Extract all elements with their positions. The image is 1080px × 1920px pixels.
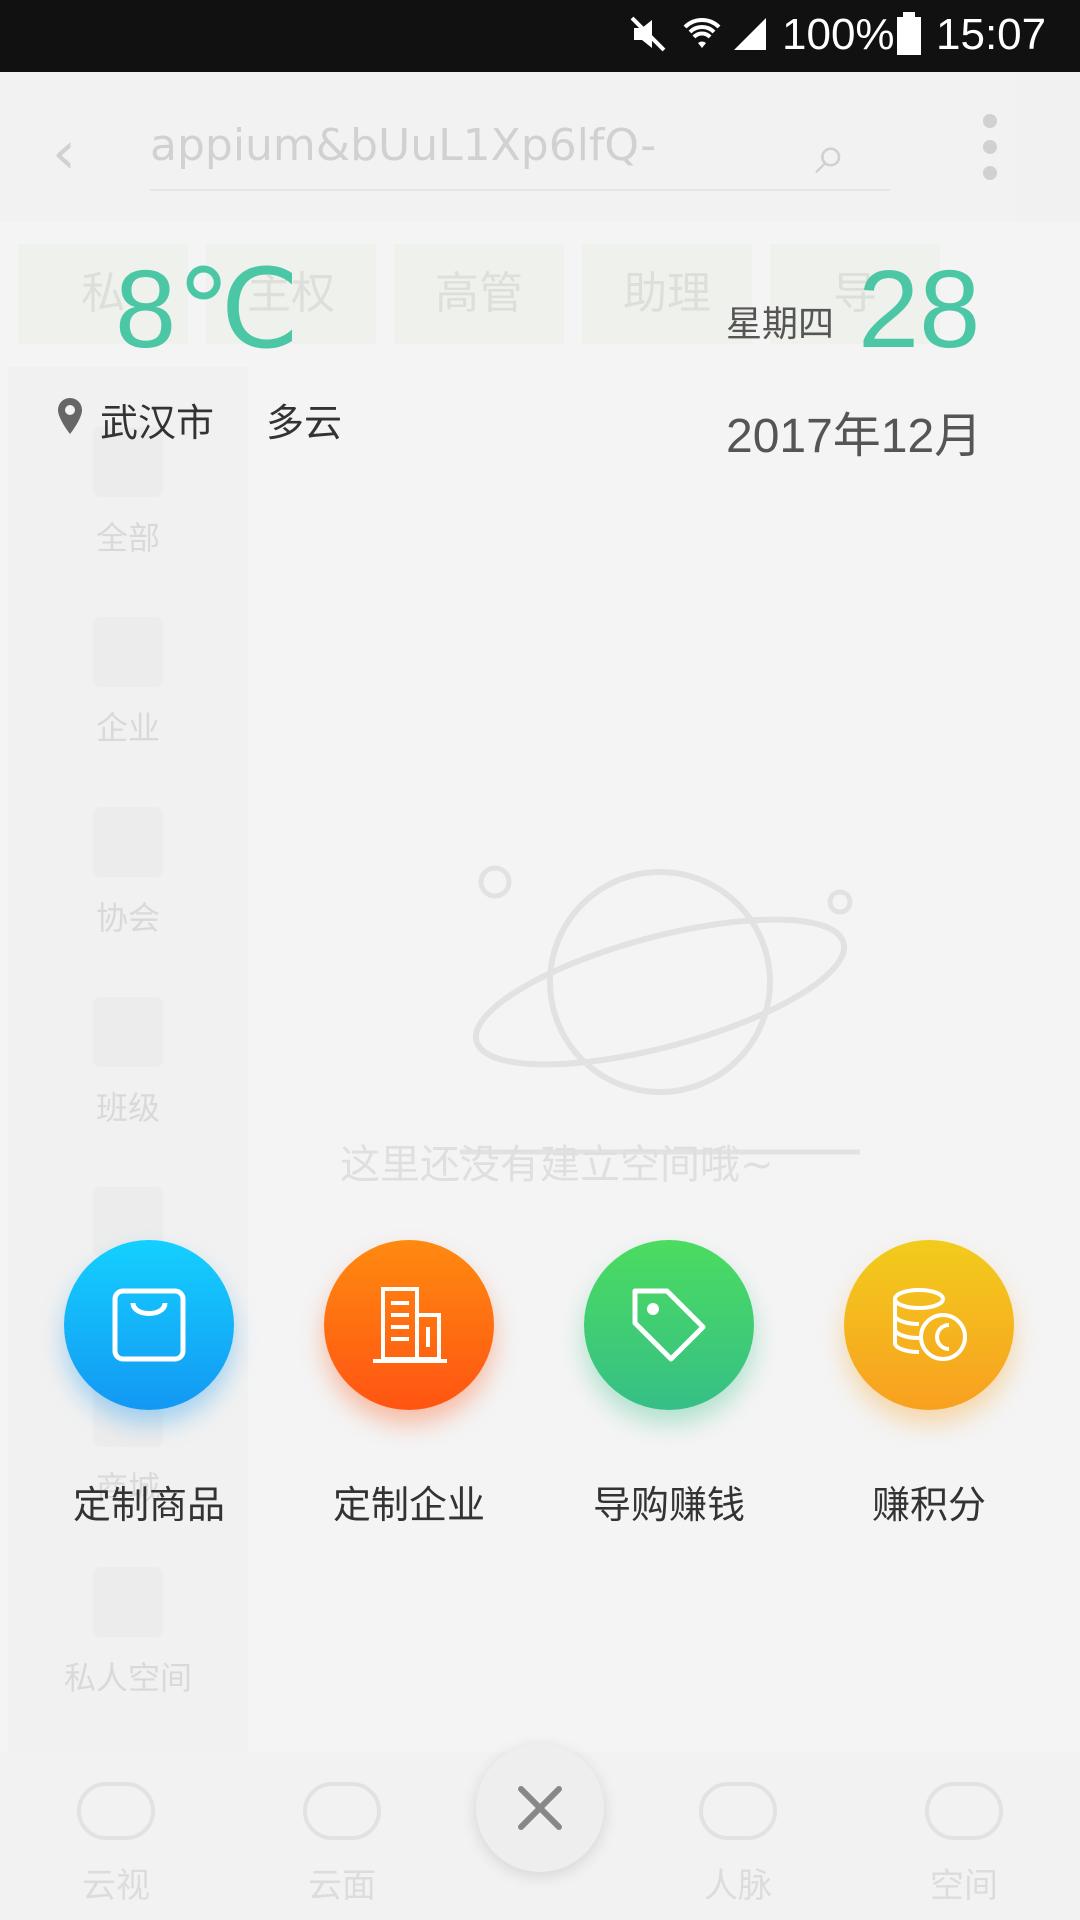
- close-button[interactable]: [476, 1744, 604, 1872]
- custom-goods-button[interactable]: 定制商品: [19, 1240, 279, 1529]
- bg-nav-item: 空间: [884, 1782, 1044, 1907]
- custom-enterprise-button[interactable]: 定制企业: [279, 1240, 539, 1529]
- custom-enterprise-circle[interactable]: [324, 1240, 494, 1410]
- bg-side-item: 班级: [8, 997, 248, 1167]
- action-menu: 定制商品 定制企业 导购赚钱 赚积分: [0, 1240, 1080, 1540]
- location-pin-icon: [58, 398, 82, 434]
- status-bar: 100% 15:07: [0, 0, 1080, 72]
- earn-points-button[interactable]: 赚积分: [799, 1240, 1059, 1529]
- clock: 15:07: [936, 10, 1047, 59]
- bg-nav-item: 人脉: [658, 1782, 818, 1907]
- empty-planet-illustration: [460, 865, 860, 1155]
- back-icon: ‹: [52, 118, 76, 188]
- year-month: 2017年12月: [726, 410, 983, 463]
- bg-nav-item: 云视: [36, 1782, 196, 1907]
- bg-side-item: 协会: [8, 807, 248, 977]
- bg-sidebar: 全部 企业 协会 班级 政府 商城 私人空间: [8, 367, 248, 1807]
- shopping-guide-earn-label: 导购赚钱: [592, 1483, 745, 1527]
- city-name: 武汉市: [100, 401, 215, 445]
- mute-icon: [628, 14, 668, 65]
- bg-side-item: 全部: [8, 427, 248, 597]
- empty-state-text: 这里还没有建立空间哦~: [340, 1142, 774, 1188]
- earn-points-label: 赚积分: [871, 1483, 986, 1527]
- building-icon: [373, 1287, 447, 1363]
- wifi-icon: [682, 14, 722, 65]
- close-icon: [518, 1786, 562, 1830]
- day-number: 28: [858, 248, 981, 371]
- signal-icon: [730, 14, 770, 65]
- temperature: 8℃: [115, 248, 300, 371]
- bg-nav-item: 云面: [262, 1782, 422, 1907]
- bg-tab: 高管: [394, 244, 564, 344]
- weather-condition: 多云: [266, 401, 343, 445]
- bg-side-item: 私人空间: [8, 1567, 248, 1737]
- shopping-guide-earn-button[interactable]: 导购赚钱: [539, 1240, 799, 1529]
- earn-points-circle[interactable]: [844, 1240, 1014, 1410]
- search-icon: ⌕: [815, 122, 847, 187]
- weekday: 星期四: [726, 304, 835, 345]
- custom-enterprise-label: 定制企业: [332, 1483, 485, 1527]
- coins-icon: [893, 1288, 967, 1361]
- bg-search-input: appium&bUuL1Xp6lfQ-: [150, 120, 890, 191]
- battery-icon: [896, 12, 922, 67]
- shopping-bag-icon: [112, 1288, 186, 1362]
- shopping-guide-earn-circle[interactable]: [584, 1240, 754, 1410]
- bg-header: ‹ appium&bUuL1Xp6lfQ- ⌕: [0, 72, 1080, 222]
- battery-percent: 100%: [782, 10, 895, 59]
- more-icon: [980, 102, 1000, 192]
- bg-side-item: 企业: [8, 617, 248, 787]
- price-tag-icon: [632, 1288, 706, 1362]
- custom-goods-circle[interactable]: [64, 1240, 234, 1410]
- custom-goods-label: 定制商品: [72, 1483, 225, 1527]
